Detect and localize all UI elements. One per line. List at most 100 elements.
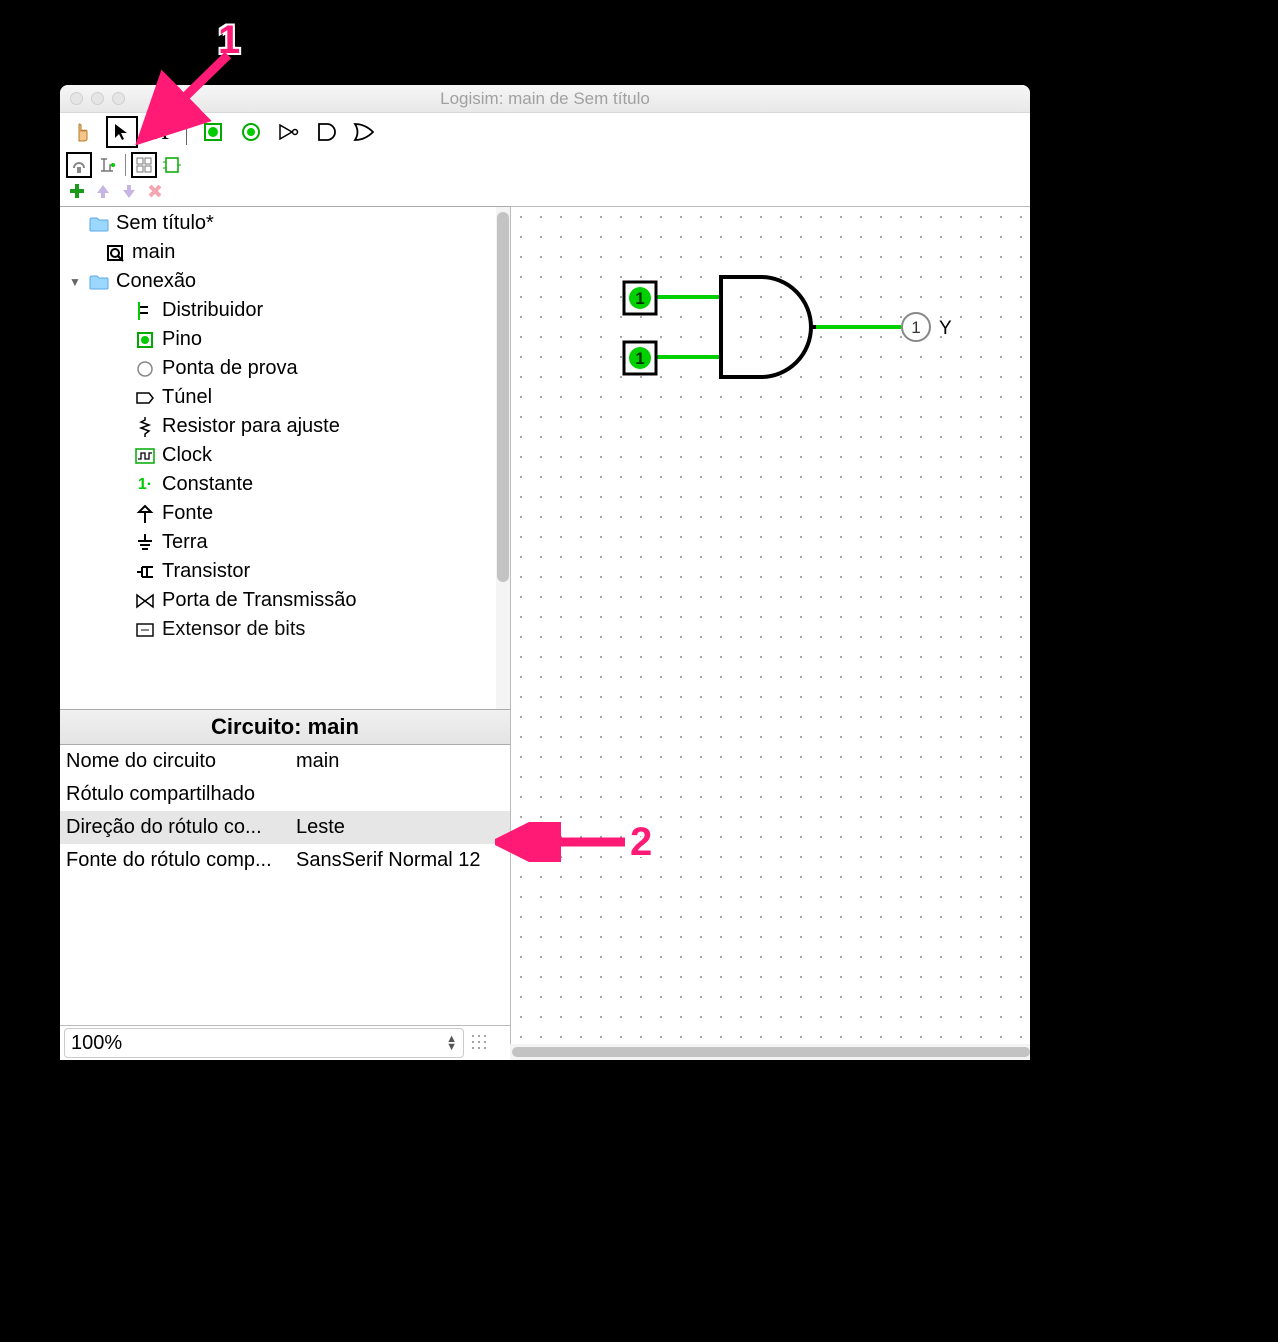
tree-item-label: Porta de Transmissão [162,589,357,612]
tree-item-label: Clock [162,444,212,467]
window-title: Logisim: main de Sem título [60,89,1030,109]
input-pin-tool[interactable] [197,116,229,148]
scrollbar-thumb[interactable] [512,1047,1030,1057]
tree-scrollbar[interactable] [496,207,510,709]
resistor-icon [134,416,156,438]
tree-item-pino[interactable]: Pino [60,325,496,354]
tree-item-constante[interactable]: 1· Constante [60,470,496,499]
prop-value[interactable]: Leste [290,811,510,844]
output-pin-tool[interactable] [235,116,267,148]
zoom-value: 100% [71,1032,122,1055]
tree-item-label: Transistor [162,560,250,583]
tree-actions [60,179,1030,206]
canvas-wrap: 1 1 1 Y [510,206,1030,1060]
minimize-dot[interactable] [91,92,104,105]
zoom-select[interactable]: 100% ▲▼ [64,1028,464,1058]
body: Sem título* main ▼ Conexão [60,206,1030,1060]
tree-wrap: Sem título* main ▼ Conexão [60,206,510,709]
delete-btn[interactable] [144,180,166,202]
annotation-1-number: 1 [218,18,240,63]
move-down-btn[interactable] [118,180,140,202]
power-icon [134,503,156,525]
tree-item-label: Resistor para ajuste [162,415,340,438]
transistor-icon [134,561,156,583]
tree-item-label: Fonte [162,502,213,525]
tree-item-label: Túnel [162,386,212,409]
tree-item-clock[interactable]: Clock [60,441,496,470]
tree-main-label: main [132,241,175,264]
tree-item-tunel[interactable]: Túnel [60,383,496,412]
prop-label: Fonte do rótulo comp... [60,844,290,877]
tree-item-transistor[interactable]: Transistor [60,557,496,586]
zoom-row: 100% ▲▼ [60,1025,510,1060]
left-pane: Sem título* main ▼ Conexão [60,206,510,1060]
tree-item-label: Terra [162,531,208,554]
or-gate-tool[interactable] [349,116,381,148]
window-controls [70,92,125,105]
properties-table: Nome do circuito main Rótulo compartilha… [60,745,510,1025]
prop-row-label-font[interactable]: Fonte do rótulo comp... SansSerif Normal… [60,844,510,877]
tree-item-resistor[interactable]: Resistor para ajuste [60,412,496,441]
pin-icon [134,329,156,351]
close-dot[interactable] [70,92,83,105]
svg-text:1: 1 [635,349,644,368]
tree-conexao-label: Conexão [116,270,196,293]
tree-item-distribuidor[interactable]: Distribuidor [60,296,496,325]
simulate-tree-btn[interactable] [94,152,120,178]
tree-conexao[interactable]: ▼ Conexão [60,267,496,296]
tree-main[interactable]: main [60,238,496,267]
circuit-canvas[interactable]: 1 1 1 Y [510,206,1030,1044]
splitter-icon [134,300,156,322]
prop-value[interactable] [290,778,510,811]
circuit-drawing: 1 1 1 Y [511,207,1030,1044]
project-options-btn[interactable] [66,152,92,178]
chevron-down-icon[interactable]: ▼ [68,275,82,289]
select-tool[interactable] [106,116,138,148]
and-gate-tool[interactable] [311,116,343,148]
transmission-gate-icon [134,590,156,612]
tree-item-label: Pino [162,328,202,351]
properties-header: Circuito: main [60,709,510,745]
tree-item-fonte[interactable]: Fonte [60,499,496,528]
prop-row-label-direction[interactable]: Direção do rótulo co... Leste [60,811,510,844]
view-circuit-btn[interactable] [131,152,157,178]
bit-extender-icon [134,619,156,641]
canvas-hscrollbar[interactable] [510,1044,1030,1060]
tree-item-ponta[interactable]: Ponta de prova [60,354,496,383]
circuit-icon [104,242,126,264]
prop-row-shared-label[interactable]: Rótulo compartilhado [60,778,510,811]
grid-toggle[interactable] [468,1031,492,1055]
poke-tool[interactable] [68,116,100,148]
prop-value[interactable]: SansSerif Normal 12 [290,844,510,877]
text-tool[interactable]: A [144,116,176,148]
tree-item-terra[interactable]: Terra [60,528,496,557]
not-gate-tool[interactable] [273,116,305,148]
tree-item-label: Ponta de prova [162,357,298,380]
view-layout-btn[interactable] [159,152,185,178]
tunnel-icon [134,387,156,409]
scrollbar-thumb[interactable] [497,212,509,582]
prop-row-name[interactable]: Nome do circuito main [60,745,510,778]
folder-icon [88,213,110,235]
move-up-btn[interactable] [92,180,114,202]
prop-value[interactable]: main [290,745,510,778]
toolbar-separator [186,119,187,145]
stepper-icon[interactable]: ▲▼ [446,1035,457,1051]
prop-label: Direção do rótulo co... [60,811,290,844]
tree-item-extensor[interactable]: Extensor de bits [60,615,496,644]
svg-text:1: 1 [635,289,644,308]
tree-root[interactable]: Sem título* [60,209,496,238]
prop-label: Nome do circuito [60,745,290,778]
app-window: Logisim: main de Sem título A [60,85,1030,1060]
tree-item-label: Distribuidor [162,299,263,322]
tree-item-label: Extensor de bits [162,618,305,641]
project-toolbar-sep [125,154,126,176]
add-circuit-btn[interactable] [66,180,88,202]
tree-item-porta-transmissao[interactable]: Porta de Transmissão [60,586,496,615]
probe-icon [134,358,156,380]
main-toolbar: A [60,113,1030,151]
constant-icon: 1· [134,474,156,496]
zoom-dot[interactable] [112,92,125,105]
component-tree[interactable]: Sem título* main ▼ Conexão [60,207,496,709]
titlebar: Logisim: main de Sem título [60,85,1030,113]
